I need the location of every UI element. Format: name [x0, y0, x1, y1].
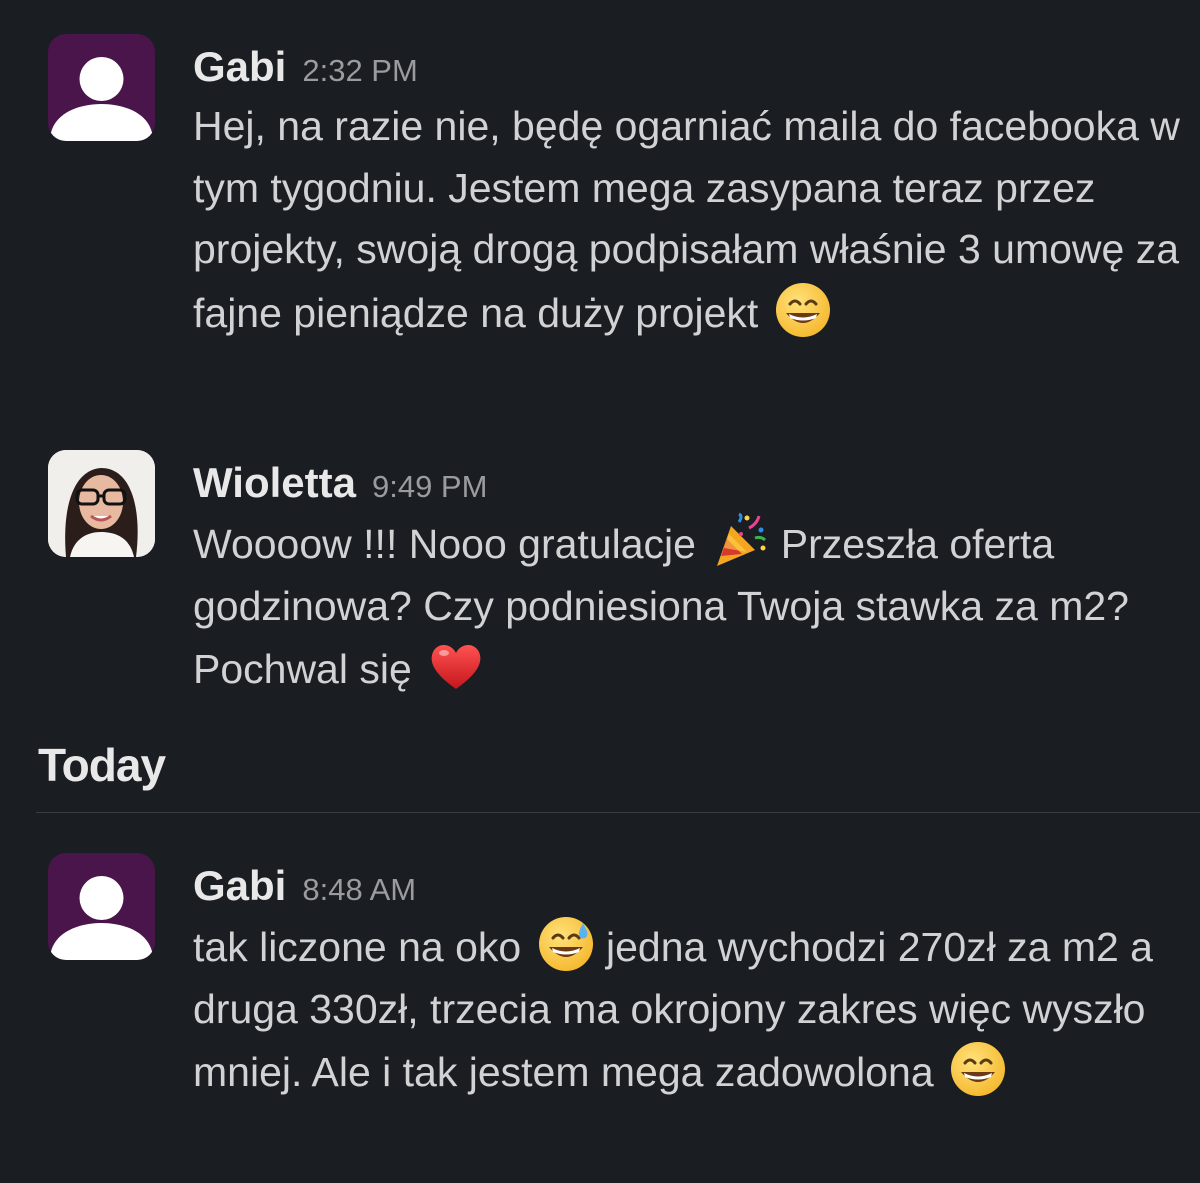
message-text-part: Hej, na razie nie, będę ogarniać maila d… [193, 103, 1180, 336]
message-text-part: Woooow !!! Nooo gratulacje [193, 521, 696, 567]
avatar[interactable] [48, 450, 155, 557]
party-popper-emoji [711, 512, 769, 570]
timestamp[interactable]: 8:48 AM [302, 857, 416, 923]
message-item[interactable]: Wioletta 9:49 PM Woooow !!! Nooo gratula… [48, 450, 1180, 710]
user-icon [50, 876, 153, 960]
message-item[interactable]: Gabi 8:48 AM tak liczone na oko jedna wy… [48, 853, 1180, 1173]
timestamp[interactable]: 9:49 PM [372, 454, 487, 520]
message-item[interactable]: Gabi 2:32 PM Hej, na razie nie, będę oga… [48, 34, 1180, 414]
day-label: Today [38, 739, 166, 791]
sender-name[interactable]: Gabi [193, 34, 286, 100]
divider-line [36, 812, 1200, 813]
avatar[interactable] [48, 853, 155, 960]
grinning-face-emoji [774, 281, 832, 339]
message-text: Woooow !!! Nooo gratulacje Przeszła ofer… [193, 512, 1183, 701]
timestamp[interactable]: 2:32 PM [302, 38, 417, 104]
grinning-face-emoji [949, 1040, 1007, 1098]
avatar[interactable] [48, 34, 155, 141]
message-text: Hej, na razie nie, będę ogarniać maila d… [193, 96, 1183, 344]
red-heart-emoji [427, 637, 485, 695]
grinning-face-with-sweat-emoji [537, 915, 595, 973]
day-divider: Today [0, 730, 1200, 814]
sender-name[interactable]: Wioletta [193, 450, 356, 516]
message-text: tak liczone na oko jedna wychodzi 270zł … [193, 915, 1183, 1104]
profile-photo [48, 450, 155, 557]
user-icon [50, 57, 153, 141]
sender-name[interactable]: Gabi [193, 853, 286, 919]
message-text-part: tak liczone na oko [193, 924, 522, 970]
